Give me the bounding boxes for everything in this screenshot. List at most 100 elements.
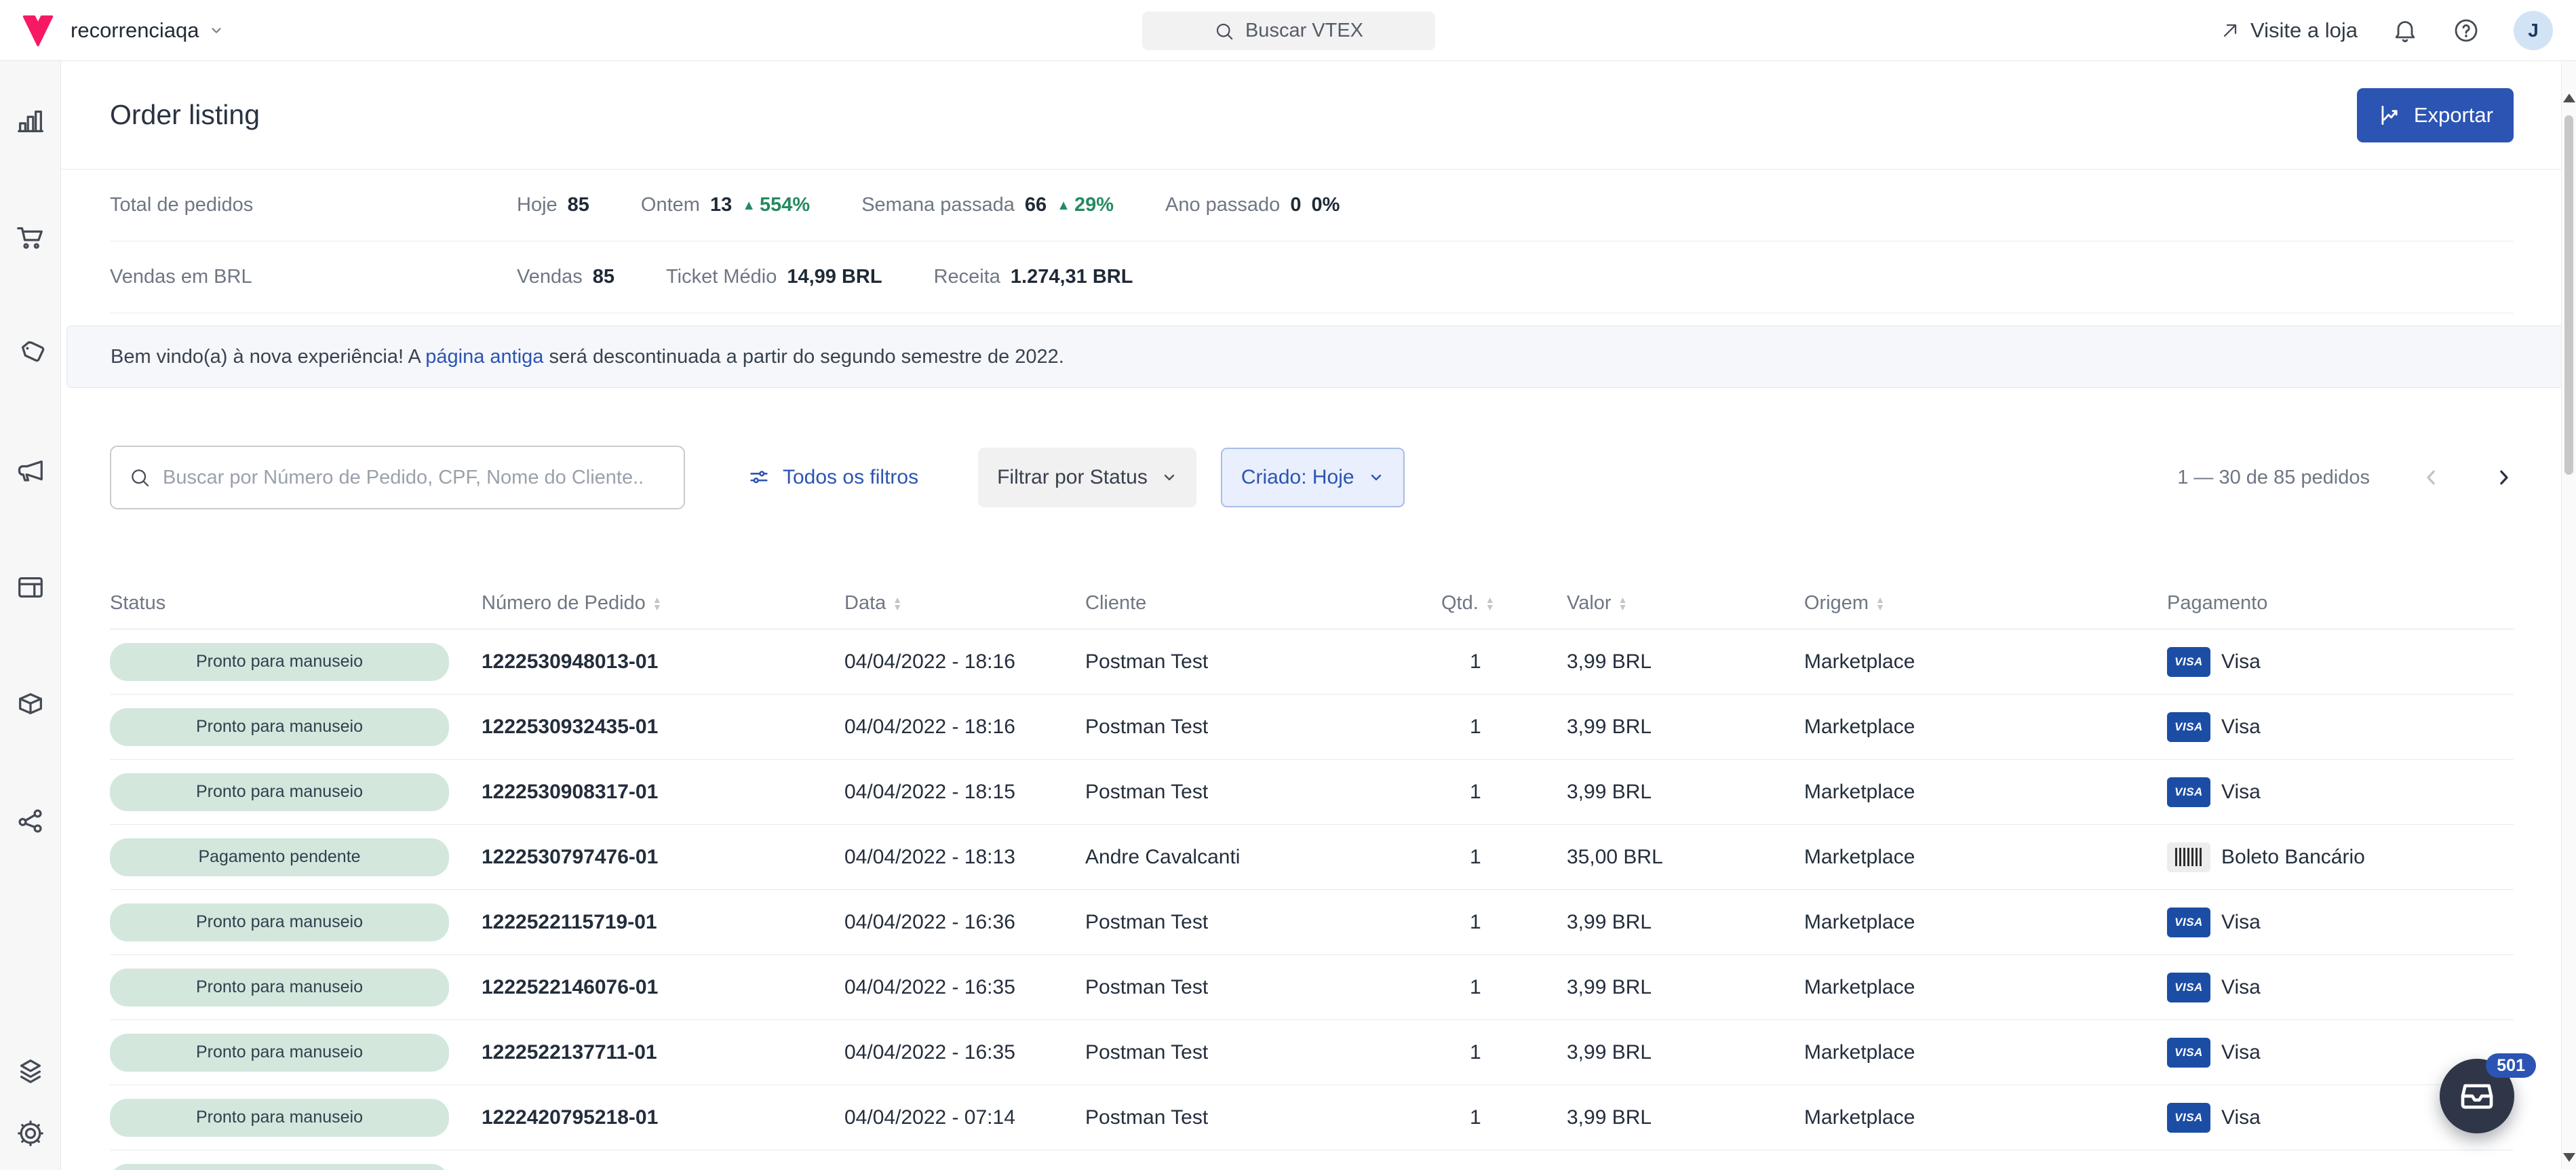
help-button[interactable] — [2453, 17, 2480, 44]
old-page-link[interactable]: página antiga — [425, 346, 543, 368]
column-header-0: Status — [110, 592, 482, 615]
table-row[interactable]: Pronto para manuseio1222530908317-0104/0… — [110, 760, 2514, 825]
stat-value: 66 — [1025, 194, 1047, 216]
export-button[interactable]: Exportar — [2357, 88, 2514, 142]
visa-icon: VISA — [2167, 712, 2210, 742]
stats-items: Hoje85Ontem13▲554%Semana passada66▲29%An… — [517, 194, 1340, 216]
cell-order-number: 1222522137711-01 — [482, 1041, 844, 1064]
order-search-input[interactable] — [163, 467, 666, 489]
status-filter-dropdown[interactable]: Filtrar por Status — [978, 448, 1196, 507]
cell-value: 3,99 BRL — [1567, 911, 1804, 934]
stat-value: 14,99 BRL — [787, 266, 882, 288]
payment-label: Visa — [2221, 911, 2261, 934]
cell-origin: Marketplace — [1804, 911, 2167, 934]
global-search[interactable]: Buscar VTEX — [1142, 12, 1435, 50]
table-row[interactable]: Pronto para manuseio1222420795218-0104/0… — [110, 1085, 2514, 1150]
scrollbar[interactable] — [2561, 61, 2576, 1170]
barcode-bars — [2175, 848, 2202, 866]
scroll-down-arrow-icon[interactable] — [2563, 1153, 2575, 1162]
status-badge — [110, 1164, 449, 1170]
sidebar-item-orders[interactable] — [14, 221, 47, 254]
cell-origin: Marketplace — [1804, 846, 2167, 869]
created-filter-dropdown[interactable]: Criado: Hoje — [1221, 448, 1405, 507]
cube-icon — [15, 688, 46, 720]
all-filters-button[interactable]: Todos os filtros — [747, 466, 918, 489]
sidebar-item-catalog[interactable] — [14, 688, 47, 720]
cell-status: Pronto para manuseio — [110, 903, 482, 941]
cell-client: Postman Test — [1085, 1106, 1441, 1129]
status-badge: Pronto para manuseio — [110, 773, 449, 811]
sort-icon[interactable]: ▲▼ — [1618, 596, 1628, 611]
cell-quantity: 1 — [1441, 716, 1567, 739]
cell-quantity: 1 — [1441, 911, 1567, 934]
next-page-button[interactable] — [2493, 467, 2514, 488]
line-chart-icon — [2377, 102, 2403, 128]
stat-delta: ▲554% — [742, 194, 810, 216]
avatar[interactable]: J — [2514, 11, 2553, 50]
stats-row: Vendas em BRLVendas85Ticket Médio14,99 B… — [110, 241, 2514, 313]
shopping-cart-icon — [15, 222, 46, 253]
sidebar — [0, 61, 61, 1170]
status-badge: Pagamento pendente — [110, 838, 449, 876]
inbox-icon — [2458, 1077, 2496, 1115]
column-header-6: Origem ▲▼ — [1804, 592, 2167, 615]
sidebar-item-promotions[interactable] — [14, 338, 47, 370]
sidebar-item-integrations[interactable] — [14, 804, 47, 837]
visa-icon: VISA — [2167, 973, 2210, 1002]
column-label: Origem — [1804, 592, 1869, 615]
sidebar-item-analytics[interactable] — [14, 104, 47, 137]
scrollbar-thumb[interactable] — [2564, 115, 2573, 475]
table-row[interactable] — [110, 1150, 2514, 1170]
column-header-3: Cliente — [1085, 592, 1441, 615]
cell-payment: VISAVisa — [2167, 908, 2514, 937]
status-badge-label: Pronto para manuseio — [196, 717, 363, 737]
sort-icon[interactable]: ▲▼ — [893, 596, 902, 611]
fab-count-badge: 501 — [2486, 1053, 2536, 1078]
cell-date: 04/04/2022 - 07:14 — [844, 1106, 1085, 1129]
created-filter-label: Criado: Hoje — [1241, 466, 1354, 489]
cell-client: Postman Test — [1085, 716, 1441, 739]
visit-store-button[interactable]: Visite a loja — [2219, 18, 2358, 43]
table-row[interactable]: Pronto para manuseio1222522137711-0104/0… — [110, 1020, 2514, 1085]
sort-icon[interactable]: ▲▼ — [652, 596, 662, 611]
column-label: Status — [110, 592, 165, 615]
cell-client: Postman Test — [1085, 1041, 1441, 1064]
topbar: recorrenciaqa Buscar VTEX Visite a loja … — [0, 0, 2576, 61]
sidebar-item-marketing[interactable] — [14, 454, 47, 487]
sidebar-item-settings[interactable] — [14, 1117, 47, 1150]
stat-delta: ▲29% — [1057, 194, 1114, 216]
stat-label: Receita — [934, 266, 1000, 288]
stat-label: Vendas — [517, 266, 583, 288]
vtex-logo-icon — [20, 13, 56, 48]
cell-payment: VISAVisa — [2167, 973, 2514, 1002]
sort-icon[interactable]: ▲▼ — [1875, 596, 1885, 611]
status-badge: Pronto para manuseio — [110, 643, 449, 681]
sidebar-item-apps[interactable] — [14, 1055, 47, 1087]
scroll-up-arrow-icon[interactable] — [2563, 94, 2575, 102]
table-row[interactable]: Pronto para manuseio1222530948013-0104/0… — [110, 629, 2514, 695]
cell-order-number: 1222522146076-01 — [482, 976, 844, 999]
message-center-fab[interactable]: 501 — [2440, 1059, 2514, 1133]
table-row[interactable]: Pronto para manuseio1222522115719-0104/0… — [110, 890, 2514, 955]
stat-delta: 0% — [1311, 194, 1340, 216]
welcome-banner: Bem vindo(a) à nova experiência! A págin… — [66, 326, 2565, 388]
table-row[interactable]: Pronto para manuseio1222530932435-0104/0… — [110, 695, 2514, 760]
payment-label: Visa — [2221, 1106, 2261, 1129]
search-icon — [129, 467, 151, 488]
cell-order-number: 1222530948013-01 — [482, 650, 844, 674]
cell-origin: Marketplace — [1804, 781, 2167, 804]
status-badge: Pronto para manuseio — [110, 1099, 449, 1137]
sidebar-item-storefront[interactable] — [14, 571, 47, 604]
sort-icon[interactable]: ▲▼ — [1485, 596, 1495, 611]
table-row[interactable]: Pagamento pendente1222530797476-0104/04/… — [110, 825, 2514, 890]
cell-date: 04/04/2022 - 18:16 — [844, 716, 1085, 739]
layers-icon — [15, 1055, 46, 1087]
stat-item: Semana passada66▲29% — [861, 194, 1114, 216]
account-switcher[interactable]: recorrenciaqa — [71, 18, 224, 43]
previous-page-button[interactable] — [2421, 467, 2442, 488]
notifications-button[interactable] — [2392, 17, 2419, 44]
cell-status: Pronto para manuseio — [110, 643, 482, 681]
chevron-down-icon — [209, 23, 224, 38]
table-row[interactable]: Pronto para manuseio1222522146076-0104/0… — [110, 955, 2514, 1020]
stat-value: 0 — [1290, 194, 1301, 216]
